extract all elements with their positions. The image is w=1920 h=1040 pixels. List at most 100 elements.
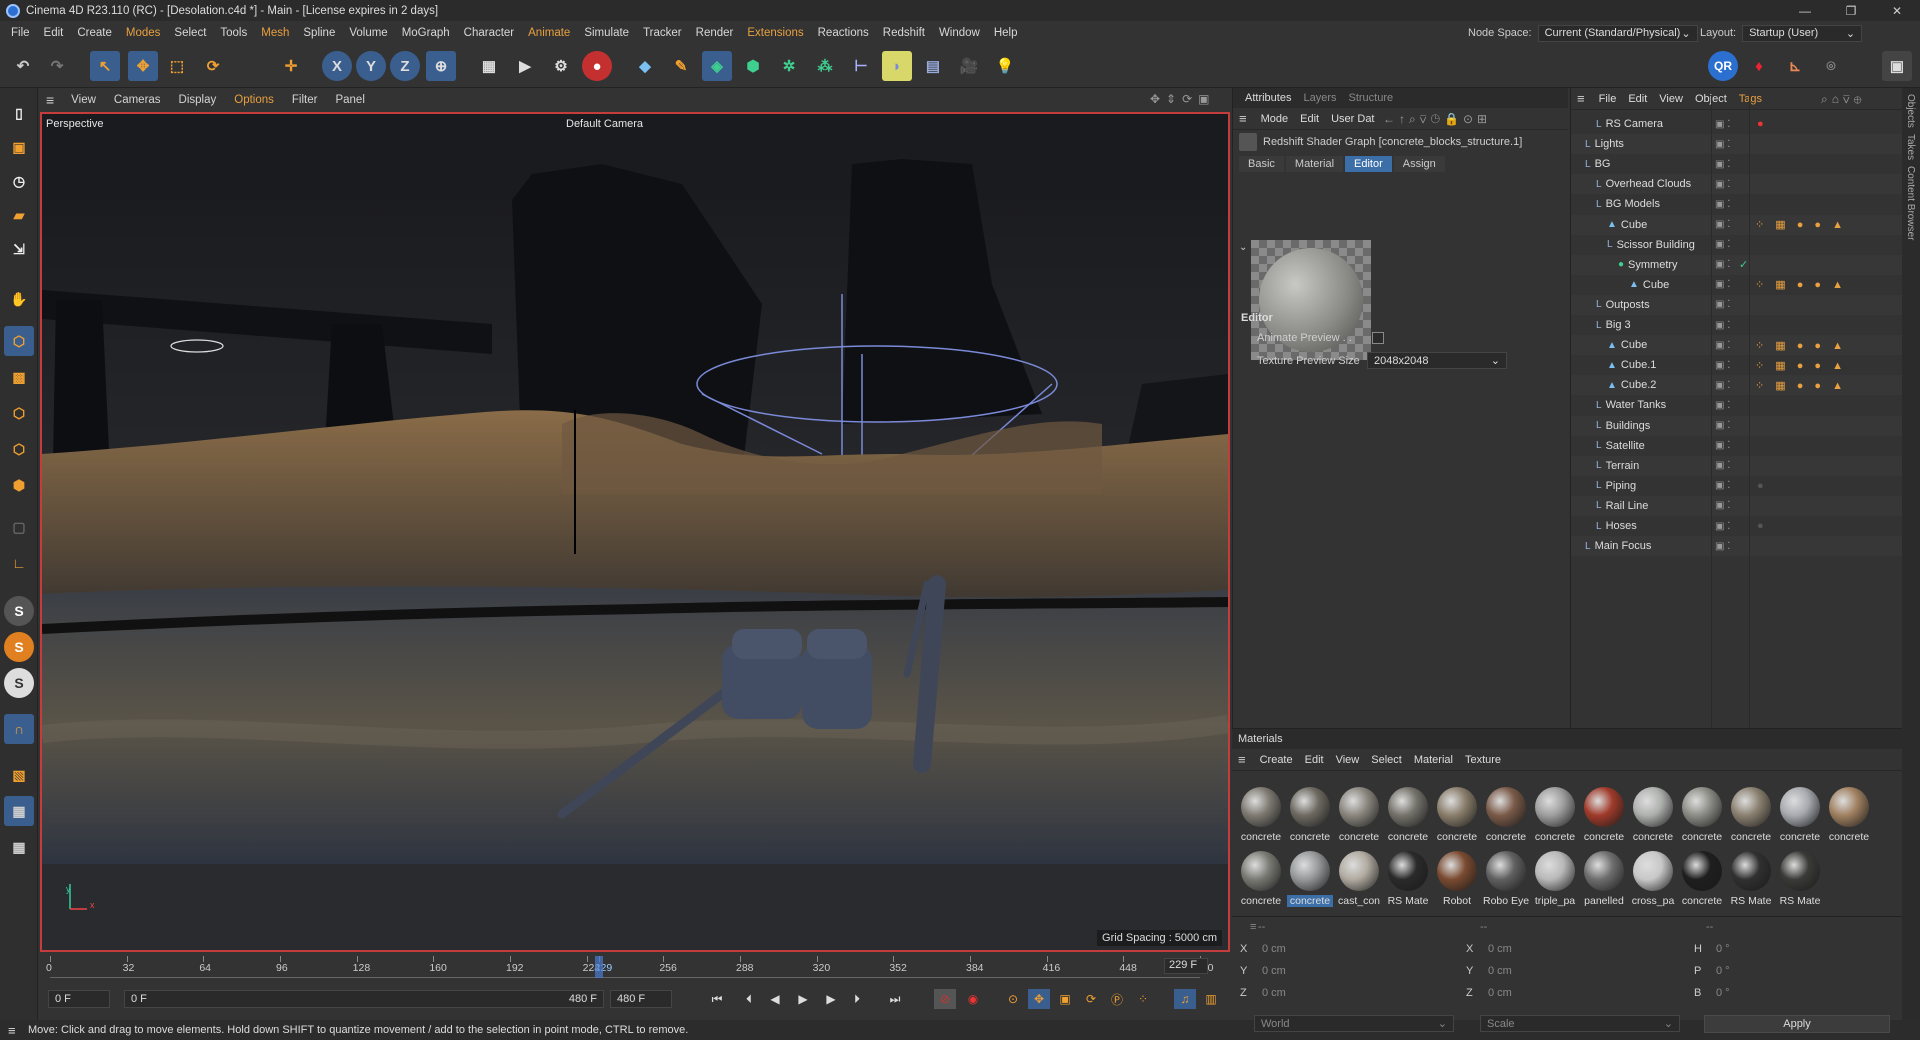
menu-mograph[interactable]: MoGraph [395,27,457,39]
material-item[interactable]: concrete [1336,785,1382,845]
timeline-ruler[interactable]: 0 32 64 96 128 160 192 224 229 256 288 320 352 384 416… [46,956,1214,978]
material-item[interactable]: concrete [1679,849,1725,909]
material-tags-icon[interactable]: ⁘ ▦ ● ● ▲ [1755,359,1847,372]
visibility-dots-icon[interactable]: ▣ ⁚ [1715,440,1730,451]
menu-file[interactable]: File [4,27,37,39]
pen-spline-icon[interactable]: ✎ [666,51,696,81]
key-scale-icon[interactable]: ▣ [1054,989,1076,1009]
render-view-icon[interactable]: ▶ [510,51,540,81]
material-item[interactable]: concrete [1581,785,1627,845]
object-row[interactable]: L Outposts ▣ ⁚ [1571,294,1903,315]
go-to-end-icon[interactable]: ⏭ [884,989,906,1009]
objects-menu-item[interactable]: Edit [1622,93,1653,105]
visibility-dots-icon[interactable]: ▣ ⁚ [1715,139,1730,150]
tab-structure[interactable]: Structure [1343,92,1400,104]
menu-select[interactable]: Select [167,27,213,39]
open-folder-icon[interactable]: ▰ [4,200,34,230]
visibility-dots-icon[interactable]: ▣ ⁚ [1715,460,1730,471]
material-item[interactable]: cross_pa [1630,849,1676,909]
key-param-icon[interactable]: Ⓟ [1106,989,1128,1009]
texture-mode-icon[interactable]: ▩ [4,362,34,392]
menu-animate[interactable]: Animate [521,27,577,39]
redshift-render-icon[interactable]: ● [582,51,612,81]
size-z-field[interactable]: 0 cm [1488,987,1512,999]
node-space-dropdown[interactable]: Current (Standard/Physical) ⌄ [1537,24,1698,42]
visibility-dots-icon[interactable]: ▣ ⁚ [1715,239,1730,250]
viewport-menu-panel[interactable]: Panel [326,94,373,106]
material-tags-icon[interactable]: ⁘ ▦ ● ● ▲ [1755,278,1847,291]
hamburger-icon[interactable]: ≡ [1239,111,1255,126]
material-tag-icon[interactable]: ● [1757,480,1764,492]
visibility-dots-icon[interactable]: ▣ ⁚ [1715,299,1730,310]
key-points-icon[interactable]: ⁘ [1132,989,1154,1009]
visibility-dots-icon[interactable]: ▣ ⁚ [1715,541,1730,552]
objects-menu-item[interactable]: View [1653,93,1689,105]
render-region-icon[interactable]: ▦ [474,51,504,81]
materials-menu-item[interactable]: View [1330,754,1366,766]
axis-mode-icon[interactable]: ∟ [4,548,34,578]
viewport-menu-options[interactable]: Options [225,94,283,106]
rail-tab-objects[interactable]: Objects [1905,94,1916,128]
object-row[interactable]: ▲ Cube ▣ ⁚ ⁘ ▦ ● ● ▲ [1571,214,1903,235]
current-frame-field[interactable]: 229 F [1164,958,1208,974]
status-menu-icon[interactable]: ≡ [8,1023,16,1038]
viewport-perspective[interactable]: Perspective Default Camera y x Grid Spac… [40,112,1230,952]
scale-tool-icon[interactable]: ⬚ [162,51,192,81]
mograph-fracture-icon[interactable]: ⁂ [810,51,840,81]
object-row[interactable]: L BG ▣ ⁚ [1571,154,1903,174]
locked-workplane-icon[interactable]: ▦ [4,832,34,862]
visibility-dots-icon[interactable]: ▣ ⁚ [1715,340,1730,351]
visibility-dots-icon[interactable]: ▣ ⁚ [1715,521,1730,532]
object-row[interactable]: L Scissor Building ▣ ⁚ [1571,235,1903,255]
sound-icon[interactable]: ♫ [1174,989,1196,1009]
maximize-icon[interactable]: ❐ [1828,0,1874,21]
field-icon[interactable]: ◗ [882,51,912,81]
menu-volume[interactable]: Volume [342,27,394,39]
material-tags-icon[interactable]: ⁘ ▦ ● ● ▲ [1755,379,1847,392]
material-item[interactable]: concrete [1238,849,1284,909]
hamburger-icon[interactable]: ≡ [1577,91,1593,106]
visibility-dots-icon[interactable]: ▣ ⁚ [1715,219,1730,230]
viewport-camera-name[interactable]: Default Camera [566,118,643,130]
rail-tab-takes[interactable]: Takes [1905,134,1916,160]
apply-button[interactable]: Apply [1704,1015,1890,1033]
object-row[interactable]: L Buildings ▣ ⁚ [1571,415,1903,436]
material-item[interactable]: RS Mate [1777,849,1823,909]
menu-redshift[interactable]: Redshift [876,27,932,39]
object-row[interactable]: L Big 3 ▣ ⁚ [1571,315,1903,335]
object-row[interactable]: L Water Tanks ▣ ⁚ [1571,395,1903,415]
material-item[interactable]: concrete [1777,785,1823,845]
pos-x-field[interactable]: 0 cm [1262,943,1286,955]
subtab-editor[interactable]: Editor [1345,156,1392,172]
menu-edit[interactable]: Edit [37,27,71,39]
collapse-arrow-icon[interactable]: ⌄ [1239,242,1247,253]
material-item[interactable]: concrete [1679,785,1725,845]
object-row[interactable]: ● Symmetry ▣ ⁚ ✓ [1571,254,1903,275]
object-row[interactable]: L Satellite ▣ ⁚ [1571,436,1903,456]
materials-menu-item[interactable]: Texture [1459,754,1507,766]
material-tags-icon[interactable]: ⁘ ▦ ● ● ▲ [1755,339,1847,352]
prev-key-icon[interactable]: ⏴ [738,989,760,1009]
layout-dropdown[interactable]: Startup (User) ⌄ [1742,24,1863,42]
tab-attributes[interactable]: Attributes [1239,92,1297,104]
save-icon[interactable]: ▣ [4,132,34,162]
pos-z-field[interactable]: 0 cm [1262,987,1286,999]
material-item[interactable]: concrete [1532,785,1578,845]
rotate-tool-icon[interactable]: ⟳ [198,51,228,81]
size-x-field[interactable]: 0 cm [1488,943,1512,955]
texture-preview-size-dropdown[interactable]: 2048x2048 ⌄ [1367,352,1507,369]
magnet-icon[interactable]: ∩ [4,714,34,744]
material-item[interactable]: concrete [1287,849,1333,909]
playhead[interactable] [594,956,603,978]
qr-icon[interactable]: QR [1708,51,1738,81]
material-item[interactable]: panelled [1581,849,1627,909]
redshift-camera-tag-icon[interactable]: ● [1757,118,1764,130]
viewport-menu-cameras[interactable]: Cameras [105,94,170,106]
visibility-dots-icon[interactable]: ▣ ⁚ [1715,199,1730,210]
key-rotation-icon[interactable]: ⟳ [1080,989,1102,1009]
menu-help[interactable]: Help [987,27,1025,39]
material-item[interactable]: concrete [1385,785,1431,845]
rot-b-field[interactable]: 0 ° [1716,987,1730,999]
viewport-menu-view[interactable]: View [62,94,105,106]
new-scene-icon[interactable]: ▯ [4,98,34,128]
